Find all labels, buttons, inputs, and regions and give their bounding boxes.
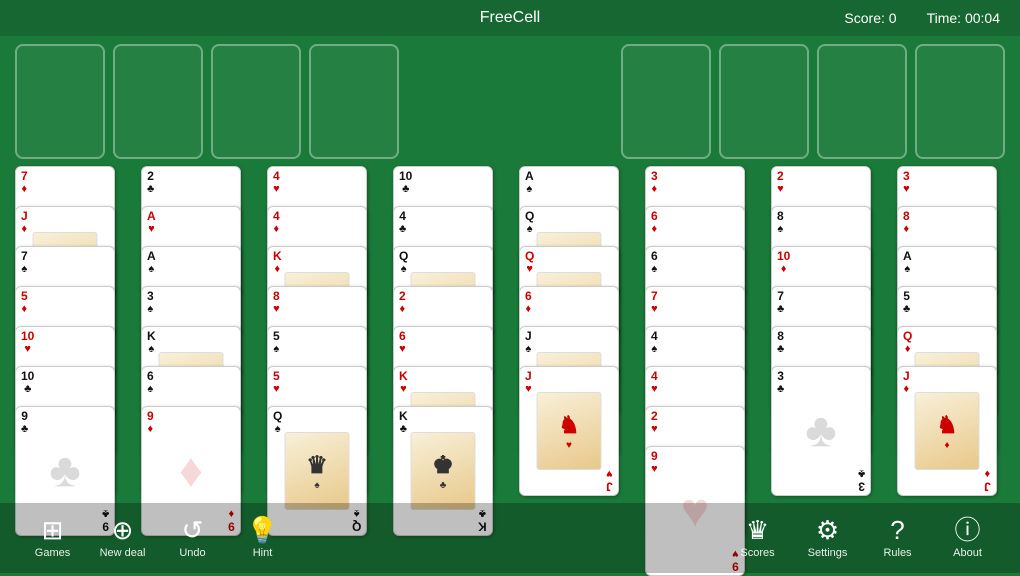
score-display: Score: 0	[844, 10, 896, 26]
free-cells	[15, 44, 399, 158]
free-cell-3[interactable]	[211, 44, 301, 159]
scores-icon: ♛	[746, 517, 769, 543]
card[interactable]: J♥J♥ ♞ ♥	[519, 366, 619, 496]
rules-label: Rules	[883, 547, 911, 559]
rules-button[interactable]: ? Rules	[865, 506, 930, 571]
new-deal-icon: ⊕	[112, 517, 134, 543]
score-area: Score: 0 Time: 00:04	[844, 10, 1000, 26]
free-cell-1[interactable]	[15, 44, 105, 159]
foundation-2[interactable]	[719, 44, 809, 159]
top-area	[10, 36, 1010, 166]
new-deal-button[interactable]: ⊕ New deal	[90, 506, 155, 571]
settings-icon: ⚙	[816, 517, 839, 543]
games-label: Games	[35, 547, 70, 559]
game-header: FreeCell Score: 0 Time: 00:04	[0, 0, 1020, 36]
undo-label: Undo	[179, 547, 205, 559]
settings-button[interactable]: ⚙ Settings	[795, 506, 860, 571]
about-icon: ⓘ	[954, 517, 980, 543]
settings-label: Settings	[808, 547, 848, 559]
toolbar: ⊞ Games ⊕ New deal ↺ Undo 💡 Hint ♛ Score…	[0, 503, 1020, 573]
foundation-1[interactable]	[621, 44, 711, 159]
toolbar-right: ♛ Scores ⚙ Settings ? Rules ⓘ About	[725, 506, 1000, 571]
games-icon: ⊞	[42, 517, 64, 543]
about-button[interactable]: ⓘ About	[935, 506, 1000, 571]
about-label: About	[953, 547, 982, 559]
hint-label: Hint	[253, 547, 273, 559]
undo-button[interactable]: ↺ Undo	[160, 506, 225, 571]
free-cell-4[interactable]	[309, 44, 399, 159]
card[interactable]: J♦J♦ ♞ ♦	[897, 366, 997, 496]
foundation-3[interactable]	[817, 44, 907, 159]
hint-button[interactable]: 💡 Hint	[230, 506, 295, 571]
foundation-cells	[621, 44, 1005, 158]
scores-button[interactable]: ♛ Scores	[725, 506, 790, 571]
card[interactable]: 3♣3♣♣	[771, 366, 871, 496]
free-cell-2[interactable]	[113, 44, 203, 159]
toolbar-left: ⊞ Games ⊕ New deal ↺ Undo 💡 Hint	[20, 506, 295, 571]
new-deal-label: New deal	[100, 547, 146, 559]
games-button[interactable]: ⊞ Games	[20, 506, 85, 571]
time-display: Time: 00:04	[927, 10, 1000, 26]
hint-icon: 💡	[246, 517, 278, 543]
foundation-4[interactable]	[915, 44, 1005, 159]
rules-icon: ?	[890, 517, 904, 543]
scores-label: Scores	[740, 547, 774, 559]
game-area: 7♦7♦♦J♦J♦ ♞ ♦ 7♠7♠♠5♦5♦♦10♥10♥♥10♣10♣♣9♣…	[10, 36, 1010, 503]
undo-icon: ↺	[182, 517, 204, 543]
